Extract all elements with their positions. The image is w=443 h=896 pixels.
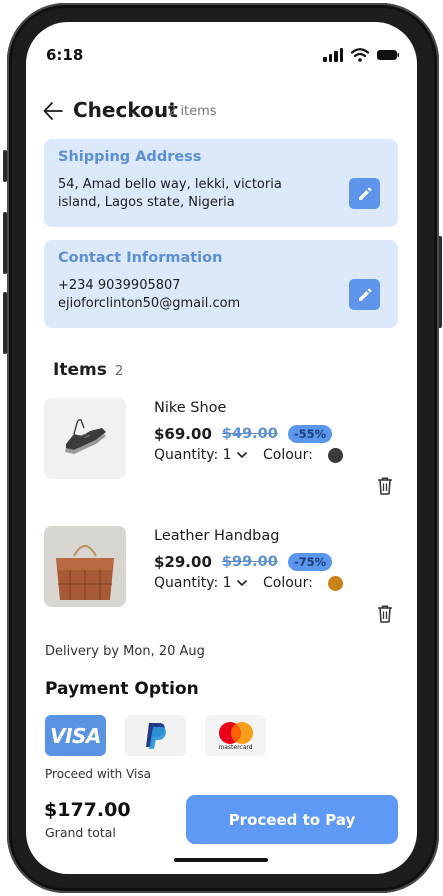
colour-label: Colour: bbox=[263, 447, 313, 463]
edit-contact-button[interactable] bbox=[349, 279, 380, 310]
visa-logo: VISA bbox=[50, 723, 101, 748]
items-title: Items bbox=[53, 360, 107, 380]
delivery-date: Delivery by Mon, 20 Aug bbox=[45, 644, 205, 659]
colour-swatch bbox=[328, 448, 343, 463]
price-row: $29.00 $99.00 -75% bbox=[154, 553, 333, 571]
pencil-icon bbox=[358, 288, 371, 301]
grand-total-amount: $177.00 bbox=[44, 799, 131, 821]
original-price: $49.00 bbox=[221, 426, 278, 442]
item-count: 2 items bbox=[168, 104, 217, 119]
quantity-label: Quantity: 1 bbox=[154, 447, 232, 463]
proceed-to-pay-button[interactable]: Proceed to Pay bbox=[186, 795, 398, 844]
trash-icon[interactable] bbox=[376, 604, 394, 624]
payment-note: Proceed with Visa bbox=[45, 767, 151, 781]
contact-information-title: Contact Information bbox=[58, 250, 223, 266]
contact-phone: +234 9039905807 bbox=[58, 278, 181, 293]
mastercard-logo-text: mastercard bbox=[218, 743, 253, 751]
items-count: 2 bbox=[115, 364, 124, 379]
checkout-screen: 6:18 Checkout 2 items Shipping Address 5 bbox=[26, 22, 417, 874]
quantity-label: Quantity: 1 bbox=[154, 575, 232, 591]
quantity-selector[interactable]: Quantity: 1 bbox=[154, 447, 249, 463]
status-icons bbox=[323, 48, 399, 62]
phone-mockup: 6:18 Checkout 2 items Shipping Address 5 bbox=[0, 0, 443, 896]
contact-email: ejioforclinton50@gmail.com bbox=[58, 296, 241, 311]
product-name: Leather Handbag bbox=[154, 528, 280, 544]
grand-total-label: Grand total bbox=[45, 825, 116, 840]
discount-badge: -75% bbox=[287, 553, 333, 571]
edit-shipping-button[interactable] bbox=[349, 178, 380, 209]
product-name: Nike Shoe bbox=[154, 400, 227, 416]
handbag-image bbox=[44, 526, 126, 607]
discount-badge: -55% bbox=[287, 425, 333, 443]
contact-information-card: Contact Information +234 9039905807 ejio… bbox=[44, 240, 398, 328]
shipping-address-line1: 54, Amad bello way, lekki, victoria bbox=[58, 177, 282, 192]
price-row: $69.00 $49.00 -55% bbox=[154, 425, 333, 443]
pencil-icon bbox=[358, 187, 371, 200]
payment-option-title: Payment Option bbox=[45, 679, 199, 699]
chevron-down-icon bbox=[236, 452, 247, 459]
colour-swatch bbox=[328, 576, 343, 591]
quantity-selector[interactable]: Quantity: 1 bbox=[154, 575, 249, 591]
page-title: Checkout bbox=[73, 98, 178, 122]
current-price: $69.00 bbox=[154, 425, 212, 443]
mastercard-option[interactable]: mastercard bbox=[205, 715, 266, 756]
original-price: $99.00 bbox=[221, 554, 278, 570]
mastercard-circles-icon bbox=[218, 721, 253, 744]
paypal-option[interactable] bbox=[125, 715, 186, 756]
chevron-down-icon bbox=[236, 580, 247, 587]
sneaker-image bbox=[44, 398, 126, 479]
signal-icon bbox=[323, 48, 343, 62]
shipping-address-title: Shipping Address bbox=[58, 149, 202, 165]
status-time: 6:18 bbox=[46, 46, 84, 64]
colour-label: Colour: bbox=[263, 575, 313, 591]
back-arrow-icon[interactable] bbox=[42, 100, 64, 122]
home-indicator bbox=[174, 858, 268, 862]
current-price: $29.00 bbox=[154, 553, 212, 571]
trash-icon[interactable] bbox=[376, 476, 394, 496]
shipping-address-card: Shipping Address 54, Amad bello way, lek… bbox=[44, 139, 398, 227]
battery-icon bbox=[377, 50, 399, 60]
paypal-logo bbox=[145, 722, 166, 749]
visa-option[interactable]: VISA bbox=[45, 715, 106, 756]
wifi-icon bbox=[351, 48, 369, 62]
shipping-address-line2: island, Lagos state, Nigeria bbox=[58, 195, 235, 210]
